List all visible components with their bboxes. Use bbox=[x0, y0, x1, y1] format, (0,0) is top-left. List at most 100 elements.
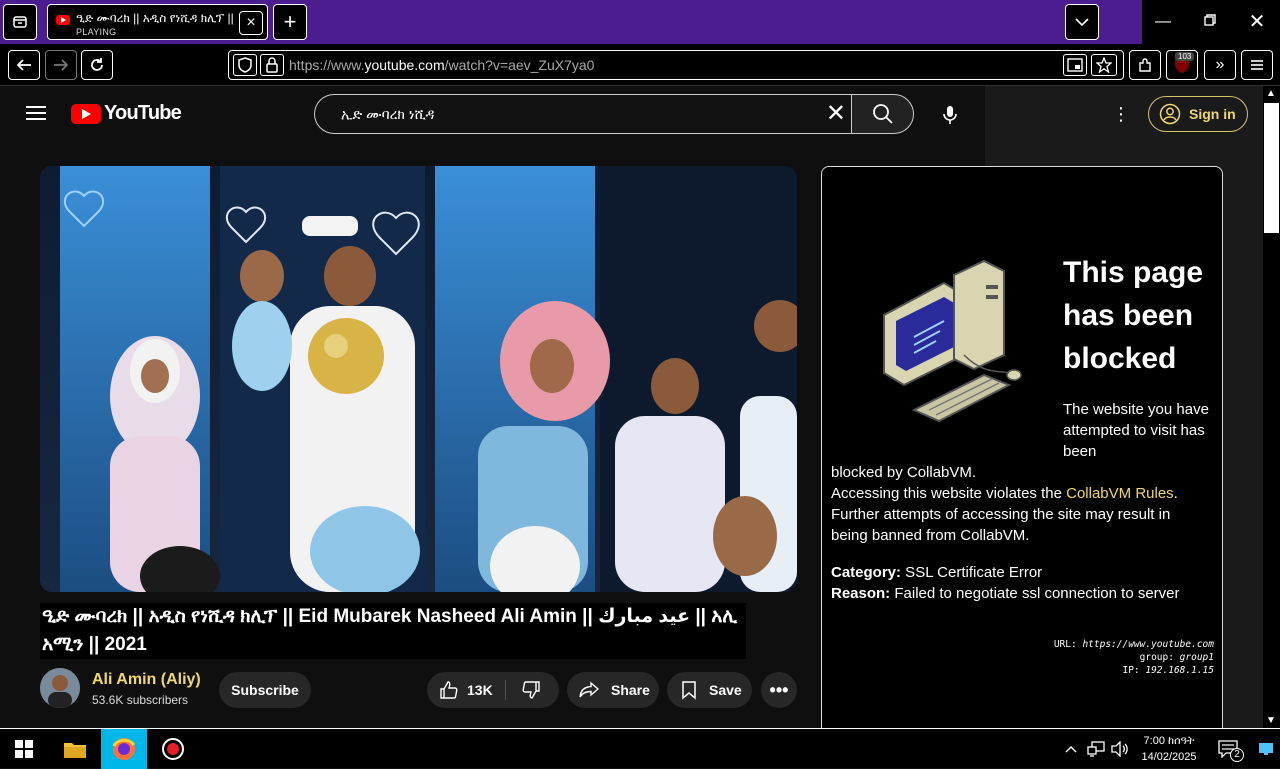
scroll-down-icon[interactable]: ▼ bbox=[1266, 715, 1276, 726]
action-center-button[interactable]: 2 bbox=[1208, 729, 1248, 769]
clock-date: 14/02/2025 bbox=[1141, 751, 1197, 763]
divider bbox=[505, 680, 506, 700]
scroll-up-icon[interactable]: ▲ bbox=[1266, 88, 1276, 99]
minimize-button[interactable]: — bbox=[1148, 10, 1178, 34]
account-circle-icon bbox=[1159, 103, 1181, 125]
close-window-button[interactable]: ✕ bbox=[1242, 10, 1272, 34]
record-icon bbox=[162, 738, 184, 760]
youtube-favicon-icon bbox=[56, 15, 70, 25]
shield-icon bbox=[238, 57, 252, 73]
guide-menu-icon[interactable] bbox=[26, 106, 46, 120]
windows-logo-icon bbox=[15, 740, 33, 758]
arrow-right-icon bbox=[54, 59, 69, 71]
overflow-tools-button[interactable]: » bbox=[1204, 50, 1236, 80]
reload-button[interactable] bbox=[81, 50, 113, 80]
blocked-message-line1: The website you have attempted to visit … bbox=[1063, 401, 1209, 460]
settings-menu-icon[interactable]: ⋮ bbox=[1112, 104, 1130, 124]
forward-button[interactable] bbox=[45, 50, 77, 80]
chevron-up-icon bbox=[1065, 746, 1077, 753]
taskbar-file-explorer[interactable] bbox=[52, 729, 98, 769]
blocked-heading: This page has been blocked bbox=[1063, 256, 1204, 375]
tracking-protection-button[interactable] bbox=[233, 54, 257, 76]
new-tab-button[interactable]: + bbox=[273, 4, 307, 40]
video-frame-image bbox=[40, 166, 797, 592]
youtube-logo-icon[interactable] bbox=[71, 104, 101, 124]
channel-name[interactable]: Ali Amin (Aliy) bbox=[92, 671, 201, 689]
clock[interactable]: 7:00 ከሰዓት 14/02/2025 bbox=[1138, 733, 1200, 765]
url-prefix: https://www. bbox=[289, 57, 365, 73]
ublock-count-badge: 103 bbox=[1175, 52, 1195, 61]
more-horizontal-icon: ••• bbox=[769, 679, 789, 700]
tabs-icon bbox=[13, 16, 27, 28]
search-box[interactable]: ኢድ ሙባረክ ነሺዳ ✕ bbox=[314, 94, 852, 134]
block-details: Category: SSL Certificate Error Reason: … bbox=[831, 562, 1221, 604]
sign-in-button[interactable]: Sign in bbox=[1148, 96, 1248, 132]
picture-in-picture-icon bbox=[1067, 58, 1083, 72]
channel-avatar-image bbox=[40, 668, 80, 708]
tab-list-button[interactable] bbox=[1065, 4, 1099, 40]
app-menu-button[interactable] bbox=[1241, 50, 1273, 80]
dislike-button[interactable] bbox=[519, 678, 543, 702]
url-text[interactable]: https://www.youtube.com/watch?v=aev_ZuX7… bbox=[289, 57, 594, 73]
address-bar[interactable]: https://www.youtube.com/watch?v=aev_ZuX7… bbox=[228, 50, 1124, 80]
double-chevron-right-icon: » bbox=[1215, 56, 1225, 73]
share-icon bbox=[577, 678, 601, 702]
youtube-logo-text[interactable]: YouTube bbox=[104, 102, 182, 125]
network-icon bbox=[1087, 741, 1105, 757]
arrow-left-icon bbox=[16, 59, 31, 71]
channel-avatar[interactable] bbox=[40, 668, 80, 708]
block-meta: URL: https://www.youtube.com group: grou… bbox=[1054, 638, 1214, 677]
search-input[interactable]: ኢድ ሙባረክ ነሺዳ bbox=[341, 106, 434, 123]
thumbs-up-icon bbox=[440, 681, 458, 699]
tab-youtube[interactable]: ዒድ ሙባረክ || አዲስ የነሺዳ ክሊፕ || Eid Mubarek P… bbox=[47, 4, 268, 40]
video-player[interactable] bbox=[40, 166, 797, 592]
reload-icon bbox=[91, 58, 103, 71]
save-button[interactable]: Save bbox=[667, 672, 752, 708]
star-icon bbox=[1095, 56, 1113, 74]
taskbar-recorder[interactable] bbox=[150, 729, 196, 769]
sign-in-label: Sign in bbox=[1189, 106, 1236, 122]
show-desktop-button[interactable] bbox=[1252, 729, 1280, 769]
computer-icon bbox=[883, 259, 1022, 423]
violation-text: Accessing this website violates the bbox=[831, 485, 1067, 502]
bookmark-icon bbox=[677, 678, 701, 702]
start-button[interactable] bbox=[0, 729, 48, 769]
like-count[interactable]: 13K bbox=[467, 682, 493, 698]
subscribe-button[interactable]: Subscribe bbox=[219, 672, 311, 708]
bookmark-button[interactable] bbox=[1091, 54, 1117, 76]
desktop-icon bbox=[1259, 743, 1273, 755]
collabvm-rules-link[interactable]: CollabVM Rules bbox=[1066, 485, 1174, 502]
microphone-icon[interactable] bbox=[939, 104, 961, 126]
thumbs-down-icon bbox=[522, 681, 540, 699]
back-button[interactable] bbox=[8, 50, 40, 80]
url-domain: youtube.com bbox=[364, 57, 445, 73]
reason-value: Failed to negotiate ssl connection to se… bbox=[890, 585, 1180, 602]
scrollbar-thumb[interactable] bbox=[1264, 103, 1279, 233]
category-label: Category: bbox=[831, 564, 902, 581]
site-info-button[interactable] bbox=[260, 54, 284, 76]
volume-tray-button[interactable] bbox=[1108, 729, 1132, 769]
save-label: Save bbox=[709, 682, 742, 698]
lock-icon bbox=[266, 57, 278, 73]
page-scrollbar[interactable]: ▲ ▼ bbox=[1263, 86, 1280, 728]
tab-close-icon[interactable]: × bbox=[239, 11, 263, 35]
restore-icon bbox=[1204, 14, 1216, 26]
blocked-by-text: blocked by CollabVM. bbox=[831, 464, 977, 481]
like-button[interactable] bbox=[437, 678, 461, 702]
group-meta-value: group1 bbox=[1179, 652, 1214, 663]
extensions-button[interactable] bbox=[1129, 50, 1161, 80]
more-actions-button[interactable]: ••• bbox=[761, 672, 797, 708]
share-button[interactable]: Share bbox=[567, 672, 659, 708]
taskbar-firefox[interactable] bbox=[101, 729, 147, 769]
chevron-down-icon bbox=[1075, 18, 1089, 27]
blocked-page-panel: This page has been blocked The website y… bbox=[821, 166, 1223, 736]
restore-button[interactable] bbox=[1195, 10, 1225, 34]
search-button[interactable] bbox=[851, 94, 914, 134]
network-tray-button[interactable] bbox=[1084, 729, 1108, 769]
clear-search-icon[interactable]: ✕ bbox=[826, 101, 846, 127]
pip-button[interactable] bbox=[1063, 54, 1087, 76]
tab-overview-button[interactable] bbox=[3, 4, 37, 40]
show-hidden-icons-button[interactable] bbox=[1060, 729, 1082, 769]
reason-label: Reason: bbox=[831, 585, 891, 602]
group-meta-label: group: bbox=[1139, 652, 1180, 663]
